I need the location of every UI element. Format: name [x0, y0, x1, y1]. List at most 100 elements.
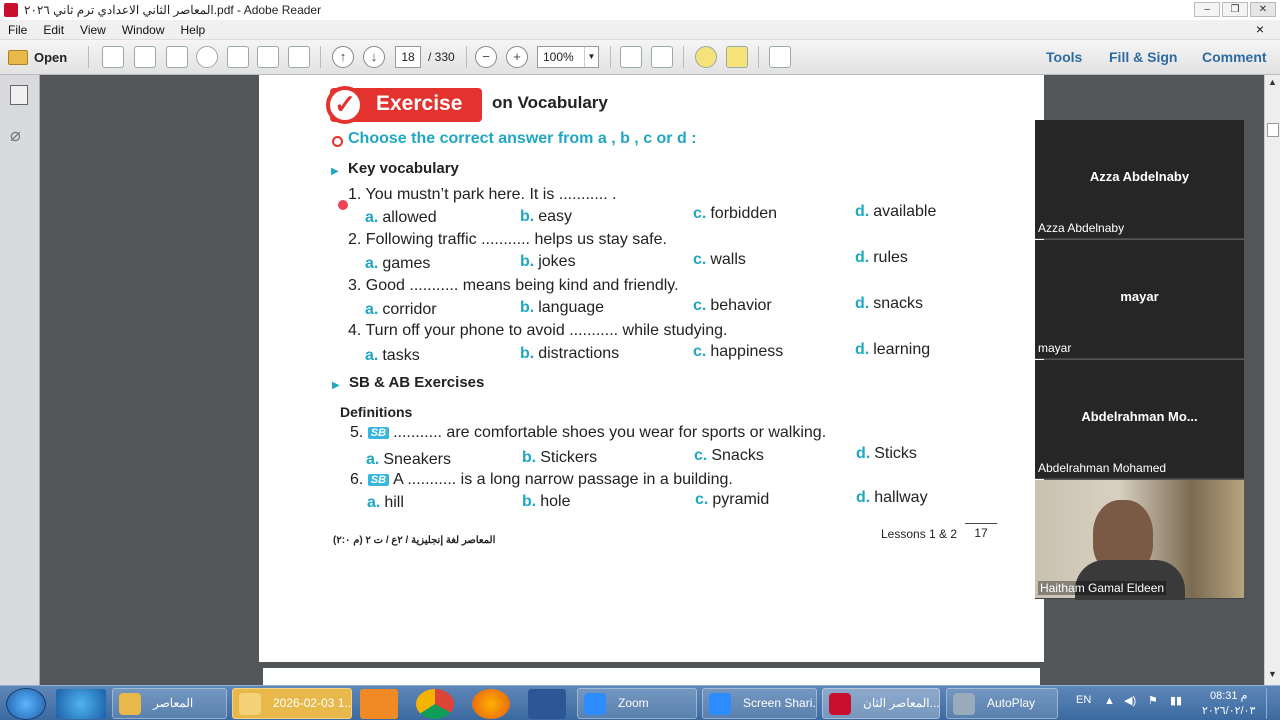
create-pdf-icon[interactable] [102, 46, 124, 68]
mouse-pointer-icon [338, 200, 348, 210]
participant-name: Azza Abdelnaby [1089, 169, 1190, 184]
comment-button[interactable]: Comment [1202, 49, 1267, 71]
minimize-button[interactable]: – [1194, 2, 1220, 17]
q4-option-a: a. tasks [365, 347, 420, 364]
participant-video-tile[interactable]: Haitham Gamal Eldeen [1035, 480, 1244, 600]
participant-tile[interactable]: Abdelrahman Mo... Abdelrahman Mohamed [1035, 360, 1244, 479]
q6-option-d: d. hallway [856, 489, 928, 506]
question-4: 4. Turn off your phone to avoid ........… [348, 322, 728, 339]
participant-tile[interactable]: mayar mayar [1035, 240, 1244, 359]
menu-edit[interactable]: Edit [35, 23, 72, 37]
instruction: Choose the correct answer from a , b , c… [348, 130, 697, 147]
vertical-scrollbar[interactable]: ▲ ▼ [1264, 75, 1280, 685]
firefox-icon[interactable] [472, 689, 510, 719]
page-thumbnails-icon[interactable] [10, 85, 28, 105]
badge-label: Exercise [376, 92, 463, 115]
menu-file[interactable]: File [0, 23, 35, 37]
window-controls: – ❐ ✕ [1194, 2, 1276, 17]
clock-time[interactable]: 08:31 م [1210, 689, 1247, 702]
menu-window[interactable]: Window [114, 23, 173, 37]
print-icon[interactable] [257, 46, 279, 68]
taskbar-item-zoom[interactable]: Zoom [577, 688, 697, 719]
taskbar-item-screen-share[interactable]: Screen Shari... [702, 688, 817, 719]
zoom-out-icon[interactable]: − [475, 46, 497, 68]
word-icon[interactable] [528, 689, 566, 719]
maximize-button[interactable]: ❐ [1222, 2, 1248, 17]
menu-help[interactable]: Help [173, 23, 214, 37]
chevron-down-icon: ▼ [584, 47, 598, 67]
cloud-upload-icon[interactable] [196, 46, 218, 68]
save-icon[interactable] [227, 46, 249, 68]
next-page-icon[interactable]: ↓ [363, 46, 385, 68]
sticky-note-icon[interactable] [695, 46, 717, 68]
q6-option-b: b. hole [522, 493, 571, 510]
close-document-icon[interactable]: × [1248, 21, 1272, 37]
folder-icon [8, 49, 28, 65]
page-number-input[interactable]: 18 [395, 46, 421, 68]
fit-page-icon[interactable] [620, 46, 642, 68]
checkmark-icon: ✓ [326, 86, 364, 124]
zoom-in-icon[interactable]: + [506, 46, 528, 68]
question-1: 1. You mustn’t park here. It is ........… [348, 186, 617, 203]
zoom-icon [584, 693, 606, 715]
scroll-thumb[interactable] [1267, 123, 1279, 137]
toolbar: Open ↑ ↓ 18 / 330 − + 100% ▼ Tools Fill … [0, 40, 1280, 75]
page-total: / 330 [428, 50, 455, 64]
fill-sign-button[interactable]: Fill & Sign [1109, 49, 1177, 71]
taskbar-item-folder-date[interactable]: 2026-02-03 1... [232, 688, 352, 719]
taskbar-item-folder[interactable]: المعاصر [112, 688, 227, 719]
question-3: 3. Good ........... means being kind and… [348, 277, 679, 294]
q6-option-a: a. hill [367, 494, 404, 511]
q4-option-c: c. happiness [693, 343, 784, 360]
zoom-select[interactable]: 100% ▼ [537, 46, 599, 68]
exercise-subtitle: on Vocabulary [492, 93, 608, 112]
q2-option-c: c. walls [693, 251, 746, 268]
fit-width-icon[interactable] [651, 46, 673, 68]
edit-pdf-icon[interactable] [166, 46, 188, 68]
q5-option-d: d. Sticks [856, 445, 917, 462]
close-button[interactable]: ✕ [1250, 2, 1276, 17]
usb-drive-icon [953, 693, 975, 715]
separator [320, 46, 321, 68]
attachments-icon[interactable]: ⌀ [10, 125, 28, 145]
volume-icon[interactable]: ◀) [1124, 694, 1136, 707]
show-desktop-button[interactable] [1266, 688, 1278, 719]
open-label: Open [34, 49, 68, 65]
internet-explorer-icon[interactable] [56, 689, 106, 719]
start-button[interactable] [6, 688, 46, 720]
media-player-icon[interactable] [360, 689, 398, 719]
folder-icon [239, 693, 261, 715]
separator [610, 46, 611, 68]
q2-option-b: b. jokes [520, 253, 576, 270]
q4-option-b: b. distractions [520, 345, 620, 362]
expand-icon[interactable] [769, 46, 791, 68]
open-button[interactable]: Open [8, 46, 67, 68]
tools-button[interactable]: Tools [1046, 49, 1082, 71]
q4-option-d: d. learning [855, 341, 931, 358]
taskbar-item-autoplay[interactable]: AutoPlay [946, 688, 1058, 719]
email-icon[interactable] [288, 46, 310, 68]
taskbar-item-adobe[interactable]: المعاصر الثان... [822, 688, 940, 719]
participant-name: mayar [1120, 289, 1159, 304]
highlight-icon[interactable] [726, 46, 748, 68]
menu-view[interactable]: View [72, 23, 114, 37]
folder-icon [119, 693, 141, 715]
participant-label: mayar [1038, 341, 1072, 355]
show-hidden-icons-icon[interactable]: ▲ [1104, 695, 1115, 707]
chrome-icon[interactable] [416, 689, 454, 719]
language-indicator[interactable]: EN [1076, 694, 1091, 706]
export-pdf-icon[interactable] [134, 46, 156, 68]
q3-option-d: d. snacks [855, 295, 924, 312]
definitions-heading: Definitions [340, 404, 413, 420]
previous-page-icon[interactable]: ↑ [332, 46, 354, 68]
participant-tile[interactable]: Azza Abdelnaby Azza Abdelnaby [1035, 120, 1244, 239]
scroll-up-icon[interactable]: ▲ [1268, 77, 1277, 87]
scroll-down-icon[interactable]: ▼ [1268, 669, 1277, 679]
footer-left: المعاصر لغة إنجليزية / ٢ع / ت ٢ (م ٢:٠) [333, 535, 496, 546]
separator [88, 46, 89, 68]
network-icon[interactable]: ▮▮ [1170, 694, 1182, 707]
target-icon [332, 136, 343, 147]
clock-date[interactable]: ٢٠٢٦/٠٢/٠٣ [1202, 704, 1255, 717]
q2-option-a: a. games [365, 255, 431, 272]
flag-icon[interactable]: ⚑ [1148, 694, 1158, 707]
